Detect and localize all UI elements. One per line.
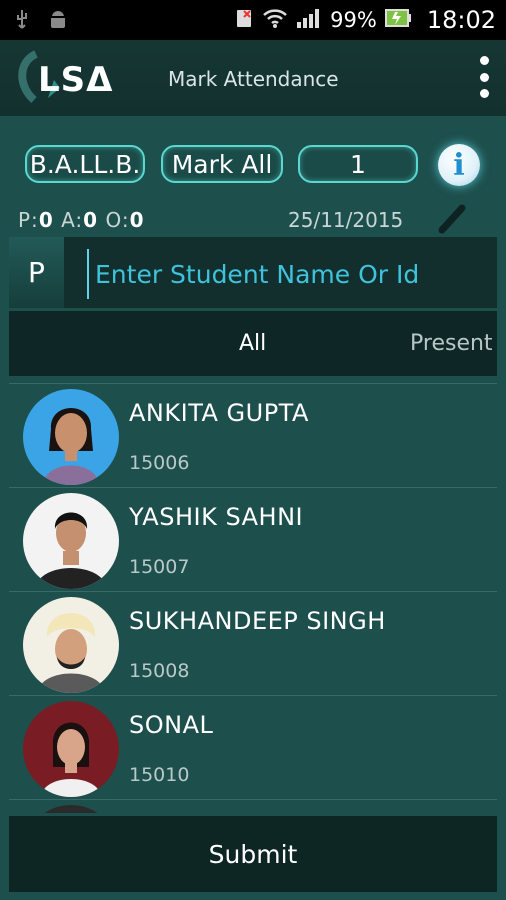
mark-all-button[interactable]: Mark All bbox=[161, 145, 283, 183]
signal-icon bbox=[296, 7, 322, 34]
tab-present[interactable]: Present bbox=[410, 331, 493, 356]
list-item[interactable]: YASHIK SAHNI 15007 bbox=[9, 487, 497, 592]
page-title: Mark Attendance bbox=[168, 67, 339, 91]
tab-all[interactable]: All bbox=[239, 331, 266, 356]
attendance-counts: P:0 A:0 O:0 bbox=[18, 208, 145, 232]
student-avatar bbox=[23, 701, 119, 797]
student-avatar bbox=[23, 389, 119, 485]
student-id: 15007 bbox=[129, 556, 190, 578]
edit-pen-icon[interactable] bbox=[436, 202, 470, 234]
student-name: SONAL bbox=[129, 711, 214, 739]
action-bar: LSΔ Mark Attendance bbox=[0, 40, 506, 116]
present-count-label: P: bbox=[18, 208, 39, 232]
bottom-edge bbox=[0, 892, 506, 900]
section-selector-button[interactable]: 1 bbox=[298, 145, 418, 183]
status-bar: 99% 18:02 bbox=[0, 0, 506, 40]
sim-icon bbox=[234, 7, 254, 34]
student-list: ANKITA GUPTA 15006 YASHIK SAHNI 15007 SU… bbox=[9, 383, 497, 813]
list-item[interactable]: SONAL 15010 bbox=[9, 695, 497, 800]
battery-percent: 99% bbox=[330, 8, 377, 32]
list-item[interactable]: ANKITA GUPTA 15006 bbox=[9, 383, 497, 488]
android-debug-icon bbox=[48, 10, 68, 34]
overflow-menu-icon[interactable] bbox=[476, 56, 492, 98]
present-count: 0 bbox=[38, 208, 54, 232]
student-search-input[interactable] bbox=[87, 249, 497, 299]
course-selector-button[interactable]: B.A.LL.B. bbox=[25, 145, 145, 183]
absent-count: 0 bbox=[83, 208, 99, 232]
status-prefix-box[interactable]: P bbox=[9, 237, 64, 308]
student-name: ANKITA GUPTA bbox=[129, 399, 309, 427]
student-avatar bbox=[23, 493, 119, 589]
search-row: P bbox=[9, 237, 497, 308]
student-avatar bbox=[23, 805, 119, 813]
app-logo[interactable]: LSΔ bbox=[14, 50, 124, 106]
list-item[interactable]: SUKHANDEEP SINGH 15008 bbox=[9, 591, 497, 696]
battery-icon bbox=[384, 8, 411, 33]
student-name: YASHIK SAHNI bbox=[129, 503, 304, 531]
student-id: 15010 bbox=[129, 764, 190, 786]
logo-text: LSΔ bbox=[38, 60, 114, 100]
student-avatar bbox=[23, 597, 119, 693]
clock: 18:02 bbox=[426, 6, 496, 34]
info-icon[interactable]: i bbox=[438, 144, 480, 186]
attendance-date: 25/11/2015 bbox=[288, 208, 404, 232]
absent-count-label: A: bbox=[61, 208, 84, 232]
student-id: 15006 bbox=[129, 452, 190, 474]
submit-button[interactable]: Submit bbox=[9, 816, 497, 892]
list-item[interactable] bbox=[9, 799, 497, 813]
other-count: 0 bbox=[129, 208, 145, 232]
filter-tabs: All Present bbox=[9, 311, 497, 376]
student-id: 15008 bbox=[129, 660, 190, 682]
student-name: SUKHANDEEP SINGH bbox=[129, 607, 386, 635]
wifi-icon bbox=[262, 7, 288, 34]
other-count-label: O: bbox=[105, 208, 130, 232]
usb-icon bbox=[14, 9, 30, 35]
